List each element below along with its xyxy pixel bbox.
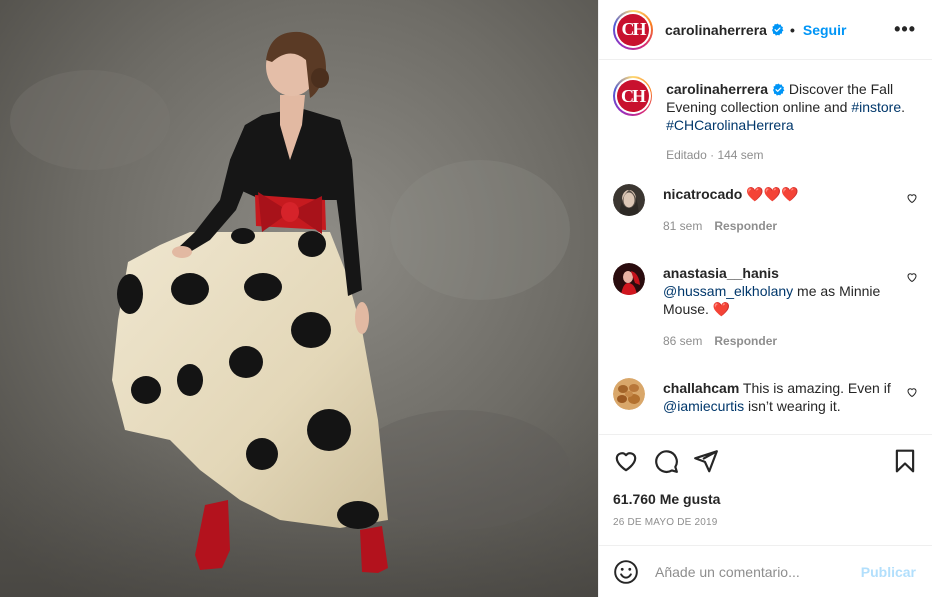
add-comment-bar: Publicar bbox=[599, 545, 932, 597]
comment-username[interactable]: anastasia__hanis bbox=[663, 265, 779, 281]
comment-text: This is amazing. Even if bbox=[739, 380, 891, 396]
comment-text-end: isn’t wearing it. bbox=[744, 398, 841, 414]
caption: CH carolinaherrera Discover the Fall Eve… bbox=[613, 76, 918, 162]
action-icons bbox=[613, 435, 918, 487]
comments-list[interactable]: CH carolinaherrera Discover the Fall Eve… bbox=[599, 60, 932, 434]
mention-link[interactable]: @hussam_elkholany bbox=[663, 283, 793, 299]
hashtag-link[interactable]: #CHCarolinaHerrera bbox=[666, 117, 794, 133]
mention-link[interactable]: @iamiecurtis bbox=[663, 398, 744, 414]
comment-username[interactable]: nicatrocado bbox=[663, 186, 742, 202]
comment-age[interactable]: 86 sem bbox=[663, 334, 702, 348]
post-photo[interactable] bbox=[0, 0, 598, 597]
comment-item: anastasia__hanis @hussam_elkholany me as … bbox=[613, 261, 918, 350]
post-sidebar: CH carolinaherrera • Seguir ••• CH carol… bbox=[598, 0, 932, 597]
comment-text: ❤️❤️❤️ bbox=[742, 186, 799, 202]
more-options-icon[interactable]: ••• bbox=[894, 19, 916, 40]
brand-logo: CH bbox=[616, 80, 649, 112]
like-count[interactable]: 61.760 Me gusta bbox=[613, 491, 918, 507]
verified-badge-icon bbox=[773, 83, 785, 96]
bookmark-icon[interactable] bbox=[892, 448, 918, 474]
reply-button[interactable]: Responder bbox=[714, 219, 777, 233]
caption-text-end: . bbox=[901, 99, 906, 115]
commenter-avatar[interactable] bbox=[613, 263, 645, 295]
post-author-username[interactable]: carolinaherrera bbox=[665, 22, 767, 38]
verified-badge-icon bbox=[771, 23, 784, 36]
follow-button[interactable]: Seguir bbox=[803, 22, 847, 38]
avatar[interactable]: CH bbox=[613, 9, 653, 50]
caption-username[interactable]: carolinaherrera bbox=[666, 81, 768, 97]
publish-button[interactable]: Publicar bbox=[861, 564, 916, 580]
header-separator: • bbox=[789, 21, 795, 38]
commenter-avatar[interactable] bbox=[613, 378, 645, 410]
commenter-avatar[interactable] bbox=[613, 184, 645, 216]
hashtag-link[interactable]: #instore bbox=[851, 99, 901, 115]
paper-plane-icon[interactable] bbox=[693, 448, 719, 474]
comment-like-heart-icon[interactable] bbox=[906, 386, 918, 398]
comment-like-heart-icon[interactable] bbox=[906, 271, 918, 283]
post-modal: CH carolinaherrera • Seguir ••• CH carol… bbox=[0, 0, 932, 597]
smiley-icon[interactable] bbox=[613, 559, 639, 585]
brand-logo: CH bbox=[617, 13, 649, 46]
heart-icon[interactable] bbox=[613, 448, 639, 474]
comment-username[interactable]: challahcam bbox=[663, 380, 739, 396]
comment-input[interactable] bbox=[655, 563, 845, 580]
comment-age[interactable]: 81 sem bbox=[663, 219, 702, 233]
comment-item: nicatrocado ❤️❤️❤️ 81 sem Responder bbox=[613, 182, 918, 235]
post-age[interactable]: 144 sem bbox=[717, 148, 763, 162]
comment-meta: 86 sem Responder bbox=[663, 332, 899, 350]
comment-meta: 81 sem Responder bbox=[663, 217, 899, 235]
comment-like-heart-icon[interactable] bbox=[906, 192, 918, 204]
post-date[interactable]: 26 DE MAYO DE 2019 bbox=[613, 517, 918, 528]
edited-label: Editado bbox=[666, 148, 707, 162]
caption-meta: Editado · 144 sem bbox=[666, 148, 764, 162]
post-header: CH carolinaherrera • Seguir ••• bbox=[599, 0, 932, 60]
reply-button[interactable]: Responder bbox=[714, 334, 777, 348]
comment-item: challahcam This is amazing. Even if @iam… bbox=[613, 376, 918, 415]
fashion-photo-illustration bbox=[0, 0, 598, 597]
post-actions: 61.760 Me gusta 26 DE MAYO DE 2019 bbox=[599, 434, 932, 528]
comment-bubble-icon[interactable] bbox=[653, 448, 679, 474]
caption-avatar[interactable]: CH bbox=[613, 76, 653, 116]
